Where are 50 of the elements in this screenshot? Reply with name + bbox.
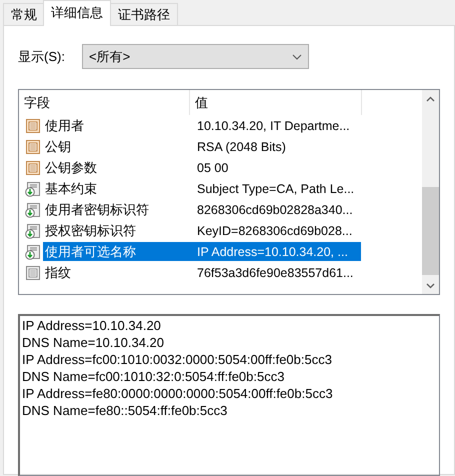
field-name: 使用者可选名称 [43, 242, 190, 261]
scroll-up-icon[interactable] [426, 96, 435, 102]
field-row[interactable]: 公钥 RSA (2048 Bits) [19, 136, 422, 157]
certificate-field-icon [25, 138, 41, 154]
certificate-extension-icon [25, 180, 41, 196]
detail-line: DNS Name=fe80::5054:ff:fe0b:5cc3 [22, 402, 228, 419]
field-row[interactable]: 指纹 76f53a3d6fe90e83557d61... [19, 262, 422, 283]
certificate-field-icon [25, 264, 41, 280]
field-name: 使用者密钥标识符 [44, 200, 150, 218]
field-name: 使用者 [44, 116, 85, 134]
scroll-down-icon[interactable] [426, 282, 435, 288]
field-value: RSA (2048 Bits) [196, 138, 287, 156]
field-value: KeyID=8268306cd69b028... [196, 222, 354, 240]
field-value: 8268306cd69b02828a340... [196, 202, 354, 218]
tab[interactable]: 证书路径 [110, 3, 178, 25]
detail-line: IP Address=10.10.34.20 [22, 317, 162, 334]
field-row[interactable]: 使用者可选名称 IP Address=10.10.34.20, ... [19, 241, 422, 262]
chevron-down-icon [292, 54, 302, 60]
certificate-field-icon [25, 160, 41, 176]
certificate-field-icon [25, 118, 41, 134]
scrollbar[interactable] [422, 90, 439, 294]
detail-line: DNS Name=10.10.34.20 [22, 334, 166, 351]
tab[interactable]: 常规 [3, 3, 45, 25]
detail-line: IP Address=fc00:1010:0032:0000:5054:00ff:fe0b:5cc3 [22, 351, 333, 368]
field-row[interactable]: 公钥参数 05 00 [19, 157, 422, 178]
certificate-extension-icon [25, 222, 41, 238]
field-value: 05 00 [196, 160, 230, 176]
field-row[interactable]: 使用者密钥标识符 8268306cd69b02828a340... [19, 199, 422, 220]
field-value: 10.10.34.20, IT Departme... [196, 118, 351, 135]
field-row[interactable]: 基本约束 Subject Type=CA, Path Le... [19, 178, 422, 199]
certificate-extension-icon [25, 244, 41, 260]
show-label: 显示(S): [18, 48, 66, 66]
detail-line: DNS Name=fc00:1010:32:0:5054:ff:fe0b:5cc3 [22, 368, 286, 385]
field-value: Subject Type=CA, Path Le... [196, 180, 356, 198]
detail-text-box[interactable] [18, 314, 440, 476]
column-header[interactable]: 值 [190, 90, 362, 115]
field-row[interactable]: 授权密钥标识符 KeyID=8268306cd69b028... [19, 220, 422, 241]
field-name: 公钥参数 [44, 158, 98, 176]
field-name: 授权密钥标识符 [44, 222, 137, 240]
detail-line: IP Address=fe80:0000:0000:0000:5054:00ff:fe0b:5cc3 [22, 385, 334, 402]
certificate-extension-icon [25, 202, 41, 218]
field-name: 公钥 [44, 138, 72, 156]
field-name: 基本约束 [44, 180, 98, 198]
field-value: IP Address=10.10.34.20, ... [190, 242, 361, 261]
show-dropdown[interactable]: <所有> [82, 44, 309, 69]
field-value: 76f53a3d6fe90e83557d61... [196, 264, 354, 282]
column-header[interactable]: 字段 [19, 90, 190, 115]
tab[interactable]: 详细信息 [43, 0, 111, 26]
field-name: 指纹 [44, 264, 72, 282]
field-row[interactable]: 使用者 10.10.34.20, IT Departme... [19, 115, 422, 136]
